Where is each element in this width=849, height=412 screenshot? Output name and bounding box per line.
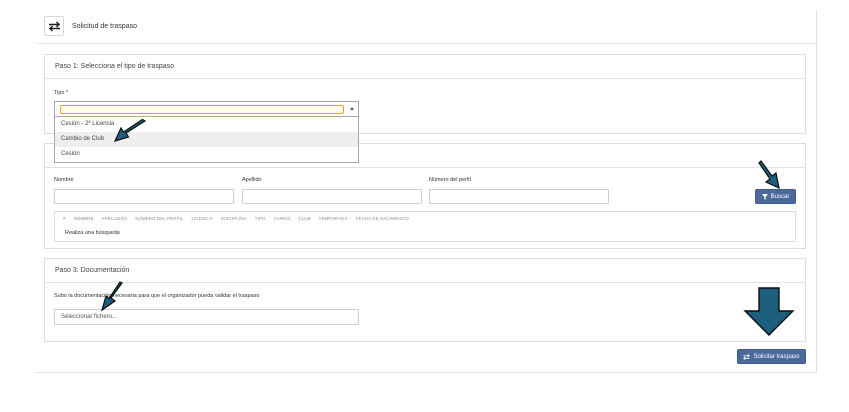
search-button-label: Buscar bbox=[770, 193, 790, 200]
column-header[interactable]: LICENCIA bbox=[191, 216, 212, 221]
profile-number-input[interactable] bbox=[429, 189, 609, 204]
column-header[interactable]: TIPO bbox=[255, 216, 266, 221]
option-cesion-2a-licencia[interactable]: Cesión - 2ª Licencia bbox=[55, 117, 358, 132]
header-divider bbox=[36, 43, 817, 44]
column-header[interactable]: DISCIPLINA bbox=[221, 216, 247, 221]
surname-label: Apellido bbox=[242, 177, 262, 183]
column-header[interactable]: FECHA DE NACIMIENTO bbox=[356, 216, 409, 221]
type-label: Tipo * bbox=[54, 90, 69, 96]
step3-title: Paso 3: Documentación bbox=[55, 267, 130, 274]
swap-arrows-icon bbox=[44, 16, 64, 36]
column-header[interactable]: NÚMERO DEL PERFIL bbox=[135, 216, 183, 221]
pointer-arrow-icon bbox=[113, 118, 147, 142]
results-table: # NOMBRE APELLIDOS NÚMERO DEL PERFIL LIC… bbox=[54, 211, 796, 242]
request-transfer-label: Solicitar traspaso bbox=[753, 353, 800, 360]
down-arrow-icon bbox=[743, 287, 795, 336]
option-cesion[interactable]: Cesión bbox=[55, 147, 358, 162]
swap-arrows-icon bbox=[743, 353, 751, 360]
option-cambio-de-club[interactable]: Cambio de Club bbox=[55, 132, 358, 147]
column-header[interactable]: CARGO bbox=[274, 216, 291, 221]
step3-panel: Paso 3: Documentación bbox=[44, 258, 806, 342]
surname-input[interactable] bbox=[242, 189, 422, 204]
name-label: Nombre bbox=[54, 177, 74, 183]
filter-icon bbox=[761, 193, 768, 200]
column-header[interactable]: TEMPORADA bbox=[319, 216, 348, 221]
step3-header: Paso 3: Documentación bbox=[45, 259, 805, 283]
profile-number-label: Número del perfil bbox=[429, 177, 471, 183]
documentation-description: Subo la documentación necesaria para que… bbox=[54, 293, 260, 299]
search-button[interactable]: Buscar bbox=[755, 189, 796, 204]
request-transfer-button[interactable]: Solicitar traspaso bbox=[737, 349, 806, 364]
column-header[interactable]: APELLIDOS bbox=[102, 216, 128, 221]
pointer-arrow-icon bbox=[100, 281, 123, 312]
column-header[interactable]: CLUB bbox=[298, 216, 310, 221]
table-header: # NOMBRE APELLIDOS NÚMERO DEL PERFIL LIC… bbox=[63, 216, 417, 221]
type-select-value[interactable] bbox=[60, 105, 344, 114]
column-header[interactable]: NOMBRE bbox=[74, 216, 94, 221]
page-header: Solicitud de traspaso bbox=[44, 16, 137, 36]
pointer-arrow-icon bbox=[758, 160, 780, 190]
step1-title: Paso 1: Selecciona el tipo de traspaso bbox=[55, 63, 175, 70]
empty-results-text: Realiza una búsqueda bbox=[65, 230, 120, 236]
column-header[interactable]: # bbox=[63, 216, 66, 221]
type-dropdown-list: Cesión - 2ª Licencia Cambio de Club Cesi… bbox=[54, 117, 359, 163]
caret-up-icon[interactable] bbox=[350, 107, 354, 110]
step1-header: Paso 1: Selecciona el tipo de traspaso bbox=[45, 55, 805, 79]
type-select[interactable] bbox=[54, 101, 359, 117]
page-title: Solicitud de traspaso bbox=[72, 22, 137, 30]
name-input[interactable] bbox=[54, 189, 234, 204]
